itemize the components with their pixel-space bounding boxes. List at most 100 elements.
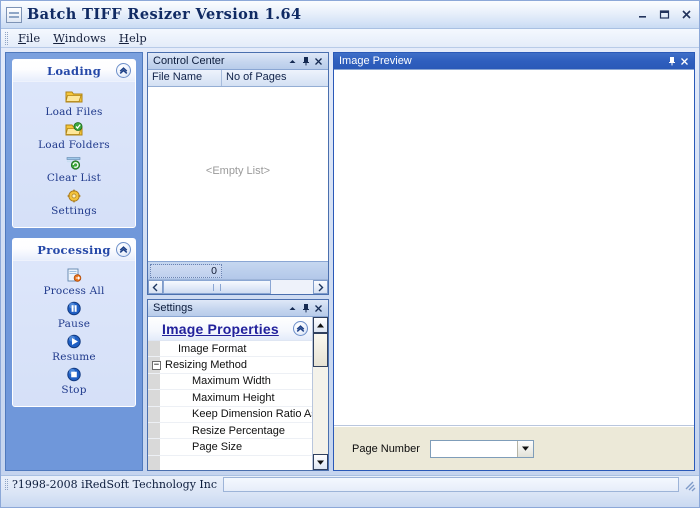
auto-hide-caret-icon[interactable] xyxy=(286,302,299,315)
close-icon[interactable] xyxy=(312,302,325,315)
file-list[interactable]: <Empty List> xyxy=(148,87,328,261)
tree-row-label: Maximum Height xyxy=(192,391,275,404)
file-count-bar: 0 xyxy=(148,261,328,279)
close-button[interactable] xyxy=(676,6,697,24)
column-header-no-of-pages[interactable]: No of Pages xyxy=(222,70,328,86)
tree-row-label: Image Format xyxy=(178,342,247,355)
file-count-value: 0 xyxy=(150,263,222,278)
nav-item-settings[interactable]: Settings xyxy=(15,186,133,219)
minimize-button[interactable] xyxy=(632,6,653,24)
chevron-up-icon[interactable] xyxy=(293,321,308,336)
vertical-scroll-thumb[interactable] xyxy=(313,333,328,367)
horizontal-scroll-track[interactable] xyxy=(163,280,313,294)
tree-row[interactable]: Keep Dimension Ratio Asp xyxy=(148,407,312,423)
nav-item-load-folders[interactable]: Load Folders xyxy=(15,120,133,153)
process-all-icon xyxy=(65,267,83,284)
settings-vertical-scrollbar[interactable] xyxy=(312,317,328,470)
resize-grip-icon[interactable] xyxy=(682,478,696,492)
settings-title-bar: Settings xyxy=(148,300,328,317)
tree-row[interactable]: − Resizing Method xyxy=(148,357,312,374)
image-preview-footer: Page Number xyxy=(334,426,694,470)
close-icon[interactable] xyxy=(312,55,325,68)
nav-item-process-all[interactable]: Process All xyxy=(15,266,133,299)
chevron-up-icon[interactable] xyxy=(116,63,131,78)
menu-windows-accel: W xyxy=(53,31,65,45)
control-center-body: File Name No of Pages <Empty List> 0 xyxy=(148,70,328,294)
title-bar: Batch TIFF Resizer Version 1.64 xyxy=(1,1,699,29)
menu-windows-rest: indows xyxy=(64,31,106,45)
settings-gear-icon xyxy=(65,187,83,204)
play-icon xyxy=(65,333,83,350)
image-properties-header[interactable]: Image Properties xyxy=(148,317,312,341)
image-preview-title: Image Preview xyxy=(339,55,412,67)
tree-row[interactable]: Image Format xyxy=(148,341,312,358)
menu-item-file[interactable]: File xyxy=(14,30,49,46)
image-preview-canvas[interactable] xyxy=(334,70,694,426)
settings-property-tree[interactable]: Image Properties Image Format − Resizing… xyxy=(148,317,312,470)
empty-list-message: <Empty List> xyxy=(205,165,271,177)
menu-drag-grip[interactable] xyxy=(5,31,8,45)
menu-item-windows[interactable]: Windows xyxy=(49,30,115,46)
scroll-left-button[interactable] xyxy=(148,280,163,294)
app-document-icon xyxy=(6,6,22,23)
folder-open-icon xyxy=(65,88,83,105)
pin-icon[interactable] xyxy=(665,55,678,68)
nav-group-processing-title: Processing xyxy=(37,242,111,257)
nav-item-load-folders-label: Load Folders xyxy=(38,139,110,151)
nav-item-load-files[interactable]: Load Files xyxy=(15,87,133,120)
nav-item-pause-label: Pause xyxy=(57,318,91,330)
tree-row[interactable]: Resize Percentage xyxy=(148,423,312,440)
page-number-dropdown[interactable] xyxy=(429,439,534,458)
tree-row[interactable]: Maximum Width xyxy=(148,374,312,391)
chevron-up-icon[interactable] xyxy=(116,242,131,257)
tree-collapse-icon[interactable]: − xyxy=(152,360,161,370)
chevron-down-icon[interactable] xyxy=(516,440,533,457)
nav-group-processing-header[interactable]: Processing xyxy=(13,239,135,261)
menu-bar: File Windows Help xyxy=(1,29,699,48)
image-preview-title-bar: Image Preview xyxy=(334,53,694,70)
tree-row-label: Resizing Method xyxy=(165,359,247,372)
tree-row-label: Maximum Width xyxy=(192,375,271,388)
navigation-sidebar: Loading Load Files Load Folders Clear Li… xyxy=(5,52,143,471)
middle-dock-column: Control Center File Name No of Pages <Em… xyxy=(147,52,329,471)
image-properties-title: Image Properties xyxy=(162,320,279,337)
scroll-up-button[interactable] xyxy=(313,317,328,333)
control-center-title-bar: Control Center xyxy=(148,53,328,70)
menu-file-rest: ile xyxy=(25,31,41,45)
control-center-panel: Control Center File Name No of Pages <Em… xyxy=(147,52,329,295)
nav-item-clear-list-label: Clear List xyxy=(46,172,102,184)
menu-file-accel: F xyxy=(18,31,26,45)
pin-icon[interactable] xyxy=(299,302,312,315)
file-list-header: File Name No of Pages xyxy=(148,70,328,87)
nav-item-stop[interactable]: Stop xyxy=(15,365,133,398)
close-icon[interactable] xyxy=(678,55,691,68)
file-list-horizontal-scrollbar[interactable] xyxy=(148,279,328,294)
tree-row[interactable]: Page Size xyxy=(148,439,312,456)
nav-item-process-all-label: Process All xyxy=(43,285,105,297)
scroll-right-button[interactable] xyxy=(313,280,328,294)
clear-list-icon xyxy=(65,154,83,171)
status-drag-grip[interactable] xyxy=(5,479,8,490)
tree-row-label: Page Size xyxy=(192,441,243,454)
nav-item-clear-list[interactable]: Clear List xyxy=(15,153,133,186)
nav-group-loading-body: Load Files Load Folders Clear List Setti… xyxy=(13,82,135,227)
nav-group-processing-body: Process All Pause Resume Stop xyxy=(13,261,135,406)
auto-hide-caret-icon[interactable] xyxy=(286,55,299,68)
nav-item-pause[interactable]: Pause xyxy=(15,299,133,332)
maximize-button[interactable] xyxy=(654,6,675,24)
column-header-file-name[interactable]: File Name xyxy=(148,70,222,86)
settings-panel: Settings Image Properties Image Format −… xyxy=(147,299,329,471)
scroll-down-button[interactable] xyxy=(313,454,328,470)
nav-group-loading-header[interactable]: Loading xyxy=(13,60,135,82)
nav-item-resume[interactable]: Resume xyxy=(15,332,133,365)
vertical-scroll-track[interactable] xyxy=(313,333,328,454)
tree-row-list: Image Format − Resizing Method Maximum W… xyxy=(148,341,312,470)
menu-item-help[interactable]: Help xyxy=(115,30,156,46)
pause-icon xyxy=(65,300,83,317)
tree-row[interactable]: Maximum Height xyxy=(148,390,312,407)
scroll-thumb-grip xyxy=(213,283,221,291)
horizontal-scroll-thumb[interactable] xyxy=(163,280,271,294)
application-window: Batch TIFF Resizer Version 1.64 File Win… xyxy=(0,0,700,508)
pin-icon[interactable] xyxy=(299,55,312,68)
folders-icon xyxy=(65,121,83,138)
